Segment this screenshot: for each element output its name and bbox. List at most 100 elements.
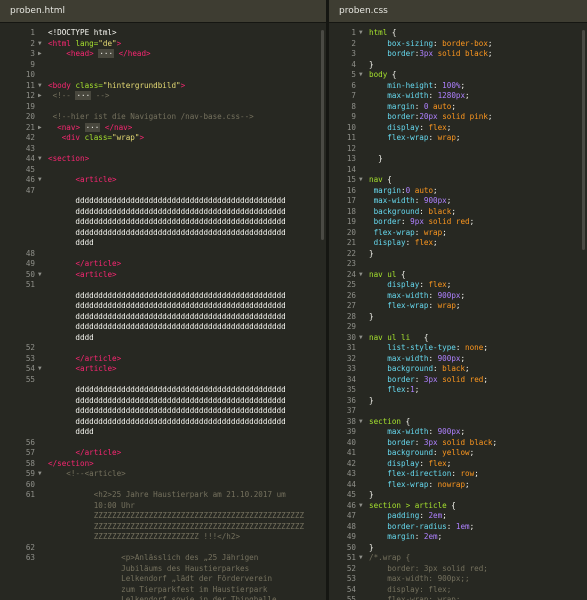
code-line[interactable]: 42 display: flex; xyxy=(329,459,587,470)
code-line[interactable]: 16 margin:0 auto; xyxy=(329,186,587,197)
code-line[interactable]: 19 border: 9px solid red; xyxy=(329,217,587,228)
code-line[interactable]: 54 ▼ <article> xyxy=(0,364,326,375)
code-line[interactable]: 3 border:3px solid black; xyxy=(329,49,587,60)
code-line[interactable]: dddddddddddddddddddddddddddddddddddddddd… xyxy=(0,228,326,239)
code-line[interactable]: 18 background: black; xyxy=(329,207,587,218)
code-line[interactable]: 26 max-width: 900px; xyxy=(329,291,587,302)
code-line[interactable]: 42 <div class="wrap"> xyxy=(0,133,326,144)
code-line[interactable]: 19 xyxy=(0,102,326,113)
code-line[interactable]: 21 display: flex; xyxy=(329,238,587,249)
code-line[interactable]: 20 <!--hier ist die Navigation /nav-base… xyxy=(0,112,326,123)
code-line[interactable]: 12 ▶ <!-- ··· --> xyxy=(0,91,326,102)
code-line[interactable]: 11 flex-wrap: wrap; xyxy=(329,133,587,144)
code-line[interactable]: 36} xyxy=(329,396,587,407)
code-line[interactable]: dddd xyxy=(0,427,326,438)
fold-closed-icon[interactable]: ▶ xyxy=(38,91,42,102)
code-line[interactable]: 47 padding: 2em; xyxy=(329,511,587,522)
code-line[interactable]: 45} xyxy=(329,490,587,501)
code-line[interactable]: 13 } xyxy=(329,154,587,165)
code-line[interactable]: 52 xyxy=(0,343,326,354)
fold-open-icon[interactable]: ▼ xyxy=(359,553,363,564)
code-line[interactable]: 1 <!DOCTYPE html> xyxy=(0,28,326,39)
code-line[interactable]: 50} xyxy=(329,543,587,554)
code-line[interactable]: 8 margin: 0 auto; xyxy=(329,102,587,113)
code-line[interactable]: 53 </article> xyxy=(0,354,326,365)
fold-open-icon[interactable]: ▼ xyxy=(359,70,363,81)
code-line[interactable]: 52 border: 3px solid red; xyxy=(329,564,587,575)
code-line[interactable]: 17 max-width: 900px; xyxy=(329,196,587,207)
code-line[interactable]: 55 flex-wrap: wrap; xyxy=(329,595,587,600)
code-line[interactable]: 2 box-sizing: border-box; xyxy=(329,39,587,50)
code-line[interactable]: dddddddddddddddddddddddddddddddddddddddd… xyxy=(0,385,326,396)
code-line[interactable]: 1 ▼ html { xyxy=(329,28,587,39)
code-line[interactable]: 27 flex-wrap: wrap; xyxy=(329,301,587,312)
code-line[interactable]: ZZZZZZZZZZZZZZZZZZZZZZZ !!!</h2> xyxy=(0,532,326,543)
code-line[interactable]: ZZZZZZZZZZZZZZZZZZZZZZZZZZZZZZZZZZZZZZZZ… xyxy=(0,511,326,522)
code-line[interactable]: 37 xyxy=(329,406,587,417)
fold-open-icon[interactable]: ▼ xyxy=(38,154,42,165)
code-line[interactable]: 21 ▶ <nav> ··· </nav> xyxy=(0,122,326,134)
code-line[interactable]: 11 ▼ <body class="hintergrundbild"> xyxy=(0,81,326,92)
code-line[interactable]: 55 xyxy=(0,375,326,386)
code-line[interactable]: 23 xyxy=(329,259,587,270)
code-line[interactable]: 46 ▼ <article> xyxy=(0,175,326,186)
fold-open-icon[interactable]: ▼ xyxy=(359,175,363,186)
code-line[interactable]: 48 border-radius: 1em; xyxy=(329,522,587,533)
code-line[interactable]: 40 border: 3px solid black; xyxy=(329,438,587,449)
code-line[interactable]: dddddddddddddddddddddddddddddddddddddddd… xyxy=(0,417,326,428)
code-line[interactable]: 24 ▼ nav ul { xyxy=(329,270,587,281)
code-line[interactable]: 6 min-height: 100%; xyxy=(329,81,587,92)
fold-closed-icon[interactable]: ▶ xyxy=(38,49,42,60)
folded-region-marker[interactable]: ··· xyxy=(84,122,101,132)
code-line[interactable]: dddddddddddddddddddddddddddddddddddddddd… xyxy=(0,301,326,312)
code-line[interactable]: 54 display: flex; xyxy=(329,585,587,596)
code-line[interactable]: dddd xyxy=(0,238,326,249)
code-line[interactable]: 10 xyxy=(0,70,326,81)
code-line[interactable]: dddddddddddddddddddddddddddddddddddddddd… xyxy=(0,196,326,207)
code-line[interactable]: Lelkendorf sowie in der Thingballe xyxy=(0,595,326,600)
fold-open-icon[interactable]: ▼ xyxy=(38,81,42,92)
code-line[interactable]: 35 flex:1; xyxy=(329,385,587,396)
code-line[interactable]: 4} xyxy=(329,60,587,71)
code-line[interactable]: 59 ▼ <!--<article> xyxy=(0,469,326,480)
code-line[interactable]: 60 xyxy=(0,480,326,491)
code-line[interactable]: dddddddddddddddddddddddddddddddddddddddd… xyxy=(0,406,326,417)
code-line[interactable]: 9 border:20px solid pink; xyxy=(329,112,587,123)
css-code-area[interactable]: 1 ▼ html {2 box-sizing: border-box; 3 borde… xyxy=(329,28,587,600)
code-line[interactable]: 45 xyxy=(0,165,326,176)
fold-open-icon[interactable]: ▼ xyxy=(38,364,42,375)
code-line[interactable]: dddddddddddddddddddddddddddddddddddddddd… xyxy=(0,396,326,407)
code-line[interactable]: 10:00 Uhr xyxy=(0,501,326,512)
fold-open-icon[interactable]: ▼ xyxy=(359,333,363,344)
code-line[interactable]: 41 background: yellow; xyxy=(329,448,587,459)
code-line[interactable]: 62 xyxy=(0,543,326,554)
code-line[interactable]: dddddddddddddddddddddddddddddddddddddddd… xyxy=(0,322,326,333)
html-code-area[interactable]: 1 <!DOCTYPE html> 2 ▼ <html lang="de"> 3 ▶ <he… xyxy=(0,28,326,600)
code-line[interactable]: dddddddddddddddddddddddddddddddddddddddd… xyxy=(0,217,326,228)
code-line[interactable]: ZZZZZZZZZZZZZZZZZZZZZZZZZZZZZZZZZZZZZZZZ… xyxy=(0,522,326,533)
code-line[interactable]: 9 xyxy=(0,60,326,71)
code-line[interactable]: 51 ▼ /*.wrap { xyxy=(329,553,587,564)
code-line[interactable]: 46 ▼ section > article { xyxy=(329,501,587,512)
fold-open-icon[interactable]: ▼ xyxy=(359,28,363,39)
code-line[interactable]: 31 list-style-type: none; xyxy=(329,343,587,354)
css-scrollbar[interactable] xyxy=(582,30,585,250)
code-line[interactable]: 50 ▼ <article> xyxy=(0,270,326,281)
code-line[interactable]: 32 max-width: 900px; xyxy=(329,354,587,365)
code-line[interactable]: 7 max-width: 1280px; xyxy=(329,91,587,102)
code-line[interactable]: 44 ▼ <section> xyxy=(0,154,326,165)
code-line[interactable]: 22} xyxy=(329,249,587,260)
code-line[interactable]: 63 <p>Anlässlich des „25 Jährigen xyxy=(0,553,326,564)
code-line[interactable]: 14 xyxy=(329,165,587,176)
code-line[interactable]: 10 display: flex; xyxy=(329,123,587,134)
code-line[interactable]: 58 </section> xyxy=(0,459,326,470)
css-editor-pane[interactable]: proben.css 1 ▼ html {2 box-sizing: border-… xyxy=(329,0,587,600)
code-line[interactable]: 25 display: flex; xyxy=(329,280,587,291)
code-line[interactable]: 43 flex-direction: row; xyxy=(329,469,587,480)
html-editor-pane[interactable]: proben.html 1 <!DOCTYPE html> 2 ▼ <html lang… xyxy=(0,0,326,600)
fold-open-icon[interactable]: ▼ xyxy=(359,501,363,512)
code-line[interactable]: Lelkendorf „lädt der Förderverein xyxy=(0,574,326,585)
folded-region-marker[interactable]: ··· xyxy=(75,91,92,100)
code-line[interactable]: dddddddddddddddddddddddddddddddddddddddd… xyxy=(0,207,326,218)
code-line[interactable]: 47 xyxy=(0,186,326,197)
